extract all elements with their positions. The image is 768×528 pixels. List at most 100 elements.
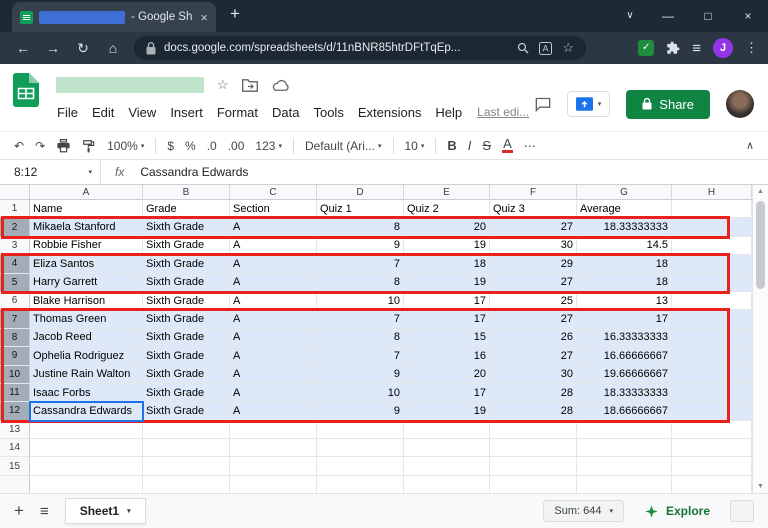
cell-F3[interactable]: 30 [490,236,577,256]
cell-F9[interactable]: 27 [490,347,577,366]
cell-C6[interactable]: A [230,291,317,311]
cell-B2[interactable]: Sixth Grade [143,218,230,237]
cell-F7[interactable]: 27 [490,310,577,329]
zoom-icon[interactable] [517,42,529,54]
extension-check-icon[interactable]: ✓ [638,40,655,56]
cell-C5[interactable]: A [230,273,317,292]
reading-list-icon[interactable]: ≡ [692,40,701,57]
strikethrough-button[interactable]: S [482,138,491,153]
select-all-corner[interactable] [0,185,30,200]
cell-H4[interactable] [672,255,752,274]
cell-G15[interactable] [577,457,672,476]
cell-C9[interactable]: A [230,347,317,366]
cell-E2[interactable]: 20 [404,218,490,237]
sheet-tab[interactable]: Sheet1 ▾ [64,498,146,524]
increase-decimal-button[interactable]: .00 [228,139,245,153]
collapse-toolbar-button[interactable]: ∧ [746,139,754,152]
font-select[interactable]: Default (Ari... ▾ [305,139,382,153]
cell-D5[interactable]: 8 [317,273,404,292]
cell-E13[interactable] [404,420,490,440]
zoom-select[interactable]: 100% ▾ [107,139,144,153]
cell-F6[interactable]: 25 [490,291,577,311]
row-header-1[interactable]: 1 [0,200,30,219]
cell-E15[interactable] [404,457,490,476]
cell-E8[interactable]: 15 [404,328,490,348]
cell-A12[interactable]: Cassandra Edwards [30,402,143,421]
cell-D8[interactable]: 8 [317,328,404,348]
cell-H7[interactable] [672,310,752,329]
cell-B6[interactable]: Sixth Grade [143,291,230,311]
cell-A7[interactable]: Thomas Green [30,310,143,329]
cell-G2[interactable]: 18.33333333 [577,218,672,237]
cell-E10[interactable]: 20 [404,365,490,384]
cell-C2[interactable]: A [230,218,317,237]
cell-B9[interactable]: Sixth Grade [143,347,230,366]
cell-C4[interactable]: A [230,255,317,274]
cell-B13[interactable] [143,420,230,440]
close-button[interactable]: × [728,0,768,32]
cell-G12[interactable]: 18.66666667 [577,402,672,421]
menu-edit[interactable]: Edit [85,105,121,120]
cell-E14[interactable] [404,439,490,458]
cell-D10[interactable]: 9 [317,365,404,384]
cloud-status-icon[interactable] [271,79,290,92]
cell-H14[interactable] [672,439,752,458]
cell-B4[interactable]: Sixth Grade [143,255,230,274]
cell-H12[interactable] [672,402,752,421]
cell-G13[interactable] [577,420,672,440]
star-document-icon[interactable]: ☆ [217,77,229,93]
cell-E9[interactable]: 16 [404,347,490,366]
move-folder-icon[interactable] [241,78,258,92]
print-button[interactable] [56,138,71,153]
sum-chip[interactable]: Sum: 644 ▾ [543,500,624,522]
cell-H6[interactable] [672,291,752,311]
share-button[interactable]: Share [626,89,710,119]
cell-F13[interactable] [490,420,577,440]
cell-E11[interactable]: 17 [404,383,490,403]
cell-E3[interactable]: 19 [404,236,490,256]
cell-B11[interactable]: Sixth Grade [143,383,230,403]
bookmark-star-icon[interactable]: ☆ [562,40,574,56]
undo-button[interactable]: ↶ [14,139,24,153]
cell-A1[interactable]: Name [30,200,143,219]
cell-D9[interactable]: 7 [317,347,404,366]
cell-C11[interactable]: A [230,383,317,403]
cell-B1[interactable]: Grade [143,200,230,219]
cell-D6[interactable]: 10 [317,291,404,311]
cell-G11[interactable]: 18.33333333 [577,383,672,403]
cell-E5[interactable]: 19 [404,273,490,292]
row-header-2[interactable]: 2 [0,218,30,237]
address-bar[interactable]: docs.google.com/spreadsheets/d/11nBNR85h… [134,36,586,60]
comment-icon[interactable] [535,97,551,112]
row-header-9[interactable]: 9 [0,347,30,366]
cell-D3[interactable]: 9 [317,236,404,256]
row-header-5[interactable]: 5 [0,273,30,292]
scroll-down-icon[interactable]: ▼ [753,483,768,490]
cell-C8[interactable]: A [230,328,317,348]
cell-G3[interactable]: 14.5 [577,236,672,256]
cell-G4[interactable]: 18 [577,255,672,274]
row-header-7[interactable]: 7 [0,310,30,329]
cell-A14[interactable] [30,439,143,458]
cell-E12[interactable]: 19 [404,402,490,421]
row-header-13[interactable]: 13 [0,420,30,440]
italic-button[interactable]: I [468,138,472,153]
cell-B5[interactable]: Sixth Grade [143,273,230,292]
cell-D1[interactable]: Quiz 1 [317,200,404,219]
row-header-15[interactable]: 15 [0,457,30,476]
menu-view[interactable]: View [121,105,163,120]
cell-A11[interactable]: Isaac Forbs [30,383,143,403]
new-tab-button[interactable]: + [230,2,240,26]
cell-F4[interactable]: 29 [490,255,577,274]
cell-E1[interactable]: Quiz 2 [404,200,490,219]
cell-A2[interactable]: Mikaela Stanford [30,218,143,237]
currency-format-button[interactable]: $ [167,139,174,153]
cell-F15[interactable] [490,457,577,476]
cell-A5[interactable]: Harry Garrett [30,273,143,292]
text-color-button[interactable]: A [502,137,513,153]
cell-C10[interactable]: A [230,365,317,384]
cell-D4[interactable]: 7 [317,255,404,274]
column-header-A[interactable]: A [30,185,143,200]
present-button[interactable]: ▾ [566,91,611,117]
menu-insert[interactable]: Insert [163,105,210,120]
